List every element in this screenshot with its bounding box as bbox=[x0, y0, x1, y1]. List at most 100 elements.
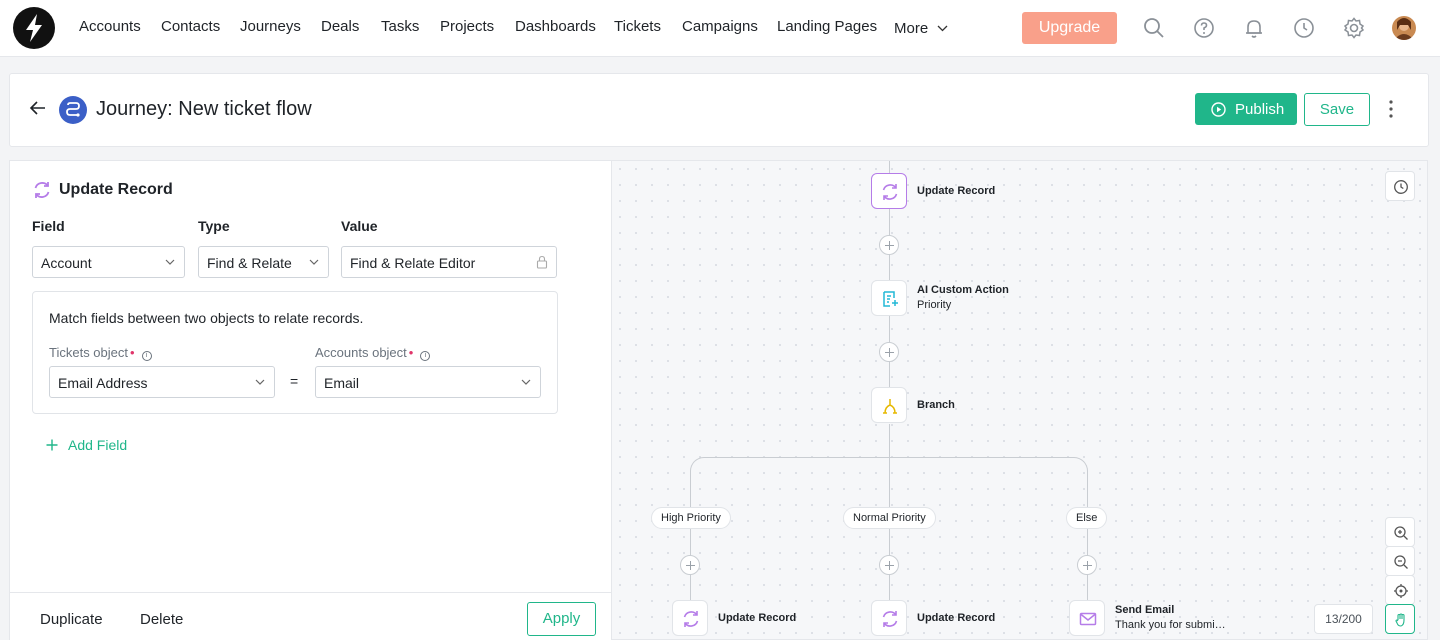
nav-landing-pages[interactable]: Landing Pages bbox=[777, 18, 877, 35]
type-column-label: Type bbox=[198, 218, 230, 234]
crosshair-icon bbox=[1394, 584, 1408, 598]
history-button[interactable] bbox=[1385, 171, 1415, 201]
nav-tasks[interactable]: Tasks bbox=[381, 18, 419, 35]
ai-custom-action-node[interactable] bbox=[871, 280, 907, 316]
add-step-icon[interactable] bbox=[680, 555, 700, 575]
add-step-icon[interactable] bbox=[879, 235, 899, 255]
node-sublabel: Priority bbox=[917, 299, 952, 311]
recenter-button[interactable] bbox=[1385, 575, 1415, 605]
gear-icon[interactable] bbox=[1342, 16, 1366, 40]
pan-button[interactable] bbox=[1385, 604, 1415, 634]
field-select[interactable]: Account bbox=[32, 246, 185, 278]
clock-icon[interactable] bbox=[1292, 16, 1316, 40]
zoom-out-icon bbox=[1394, 555, 1408, 569]
field-column-label: Field bbox=[32, 218, 65, 234]
chevron-down-icon bbox=[937, 25, 948, 32]
step-counter: 13/200 bbox=[1314, 604, 1373, 634]
refresh-icon bbox=[683, 611, 699, 627]
info-icon[interactable]: i bbox=[420, 351, 431, 361]
back-arrow-icon[interactable] bbox=[28, 98, 48, 118]
panel-footer: Duplicate Delete Apply bbox=[10, 592, 611, 640]
branch-pill-else[interactable]: Else bbox=[1066, 507, 1108, 529]
duplicate-button[interactable]: Duplicate bbox=[40, 611, 103, 628]
match-description: Match fields between two objects to rela… bbox=[49, 310, 364, 326]
update-record-node[interactable] bbox=[672, 600, 708, 636]
value-editor-field[interactable]: Find & Relate Editor bbox=[341, 246, 557, 278]
branch-icon bbox=[883, 399, 897, 414]
nav-tickets[interactable]: Tickets bbox=[614, 18, 661, 35]
type-select-value: Find & Relate bbox=[207, 255, 292, 271]
node-label: Update Record bbox=[917, 612, 996, 624]
help-icon[interactable] bbox=[1192, 16, 1216, 40]
chevron-down-icon bbox=[255, 379, 265, 385]
journey-header: Journey: New ticket flow Publish Save bbox=[9, 73, 1429, 147]
value-editor-text: Find & Relate Editor bbox=[350, 255, 476, 271]
upgrade-button[interactable]: Upgrade bbox=[1022, 12, 1117, 44]
accounts-object-select[interactable]: Email bbox=[315, 366, 541, 398]
publish-button[interactable]: Publish bbox=[1195, 93, 1297, 125]
search-icon[interactable] bbox=[1142, 16, 1166, 40]
connector-line bbox=[889, 461, 890, 606]
chevron-down-icon bbox=[165, 259, 175, 265]
update-record-node[interactable] bbox=[871, 173, 907, 209]
add-step-icon[interactable] bbox=[879, 342, 899, 362]
plus-icon bbox=[46, 439, 58, 451]
field-select-value: Account bbox=[41, 255, 92, 271]
play-circle-icon bbox=[1211, 102, 1226, 117]
branch-pill-normal[interactable]: Normal Priority bbox=[843, 507, 936, 529]
node-label: Update Record bbox=[917, 185, 996, 197]
page-title: Journey: New ticket flow bbox=[96, 98, 312, 120]
bell-icon[interactable] bbox=[1242, 16, 1266, 40]
send-email-node[interactable] bbox=[1069, 600, 1105, 636]
refresh-icon bbox=[882, 611, 898, 627]
nav-journeys[interactable]: Journeys bbox=[240, 18, 301, 35]
add-field-label: Add Field bbox=[68, 437, 128, 453]
lock-icon bbox=[536, 255, 548, 269]
zoom-in-icon bbox=[1394, 526, 1408, 540]
journey-icon bbox=[59, 96, 87, 124]
save-button[interactable]: Save bbox=[1304, 93, 1370, 126]
equals-operator: = bbox=[290, 373, 299, 389]
add-step-icon[interactable] bbox=[1077, 555, 1097, 575]
logo-icon[interactable] bbox=[13, 7, 55, 49]
branch-pill-high[interactable]: High Priority bbox=[651, 507, 731, 529]
accounts-object-value: Email bbox=[324, 375, 360, 391]
zoom-in-button[interactable] bbox=[1385, 517, 1415, 547]
tickets-object-label: Tickets object • i bbox=[49, 345, 152, 361]
more-options-icon[interactable] bbox=[1386, 99, 1396, 119]
tickets-object-select[interactable]: Email Address bbox=[49, 366, 275, 398]
nav-dashboards[interactable]: Dashboards bbox=[515, 18, 596, 35]
branch-node[interactable] bbox=[871, 387, 907, 423]
node-label: Branch bbox=[917, 399, 955, 411]
node-label: Update Record bbox=[718, 612, 797, 624]
apply-button[interactable]: Apply bbox=[527, 602, 596, 636]
type-select[interactable]: Find & Relate bbox=[198, 246, 329, 278]
update-record-panel: Update Record Field Type Value Account F… bbox=[9, 160, 611, 640]
connector-line bbox=[889, 161, 890, 173]
info-icon[interactable]: i bbox=[141, 351, 152, 361]
nav-campaigns[interactable]: Campaigns bbox=[682, 18, 758, 35]
avatar[interactable] bbox=[1392, 16, 1416, 40]
nav-contacts[interactable]: Contacts bbox=[161, 18, 220, 35]
nav-more[interactable]: More bbox=[894, 20, 948, 37]
node-label: Send Email bbox=[1115, 604, 1175, 616]
top-nav: Accounts Contacts Journeys Deals Tasks P… bbox=[0, 0, 1440, 57]
nav-accounts[interactable]: Accounts bbox=[79, 18, 141, 35]
node-label: AI Custom Action bbox=[917, 284, 1009, 296]
refresh-icon bbox=[34, 182, 50, 198]
value-column-label: Value bbox=[341, 218, 378, 234]
add-step-icon[interactable] bbox=[879, 555, 899, 575]
refresh-icon bbox=[882, 184, 898, 200]
journey-canvas[interactable]: Update Record AI Custom Action Priority … bbox=[611, 160, 1428, 640]
node-sublabel: Thank you for submi… bbox=[1115, 619, 1226, 631]
nav-projects[interactable]: Projects bbox=[440, 18, 494, 35]
update-record-node[interactable] bbox=[871, 600, 907, 636]
match-fields-box: Match fields between two objects to rela… bbox=[32, 291, 558, 414]
publish-label: Publish bbox=[1235, 101, 1285, 118]
clock-icon bbox=[1394, 180, 1408, 194]
connector-line bbox=[889, 424, 890, 461]
chevron-down-icon bbox=[309, 259, 319, 265]
zoom-out-button[interactable] bbox=[1385, 546, 1415, 576]
nav-deals[interactable]: Deals bbox=[321, 18, 359, 35]
delete-button[interactable]: Delete bbox=[140, 611, 183, 628]
